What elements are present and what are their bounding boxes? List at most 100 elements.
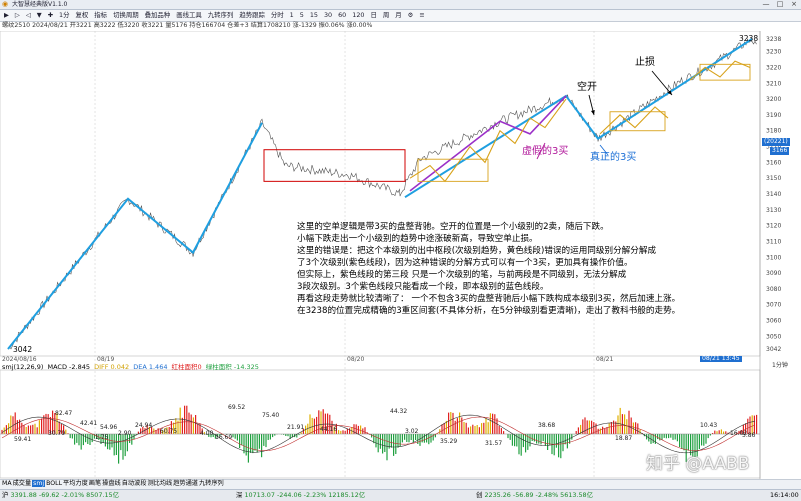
toolbar-button[interactable]: 1分 xyxy=(59,12,69,19)
macd-value-label: 4.00 xyxy=(200,430,214,437)
status-sh-value: 3391.88 -69.62 -2.01% 8507.15亿 xyxy=(10,491,119,499)
toolbar-button[interactable]: 120 xyxy=(352,12,364,19)
current-price-code: (20221) xyxy=(764,138,788,145)
price-tick-label: 3140 xyxy=(766,191,781,198)
toolbar-button[interactable]: 分时 xyxy=(271,12,284,19)
price-tick-label: 3070 xyxy=(766,302,781,309)
toolbar-button[interactable]: ▷ xyxy=(15,12,20,19)
toolbar-button[interactable]: 5 xyxy=(300,12,304,19)
indicator-tab[interactable]: 画笔 xyxy=(89,480,101,487)
toolbar-button[interactable]: 周 xyxy=(383,12,389,19)
annotation-line: 这里的错误是：把这个本级别的出中枢段(次级别趋势，黄色线段)错误的运用同级别分解… xyxy=(297,246,657,256)
macd-legend-macd: MACD -2.845 xyxy=(47,363,90,371)
indicator-tab[interactable]: 测比均线 xyxy=(147,480,172,487)
toolbar-button[interactable]: 九转序列 xyxy=(208,12,234,19)
indicator-tab-bar: MA成交量 smj BOLL平均力度画笔操盘线自动波段测比均线趋势通道九转序列 xyxy=(0,479,801,489)
quote-info-bar: 螺纹2510 2024/08/21 开3221 高3222 低3220 收322… xyxy=(0,22,801,31)
toolbar-button[interactable]: 日 xyxy=(370,12,376,19)
macd-value-label: 21.91 xyxy=(287,424,304,431)
price-tick-label: 3220 xyxy=(766,64,781,71)
time-marker: 08/21 13:45 xyxy=(700,355,742,363)
toolbar-button[interactable]: ⚙ xyxy=(408,12,414,19)
macd-value-label: 54.96 xyxy=(100,424,117,431)
indicator-tab[interactable]: 九转序列 xyxy=(199,480,224,487)
macd-value-label: 44.16 xyxy=(320,426,337,433)
price-axis: 3238323032203210320031903180317031603150… xyxy=(766,36,781,353)
low-price-label: 3042 xyxy=(13,345,33,354)
toolbar-button[interactable]: 30 xyxy=(324,12,332,19)
toolbar-button[interactable]: ◁ xyxy=(26,12,31,19)
price-tick-label: 3090 xyxy=(766,270,781,277)
annotation-line: 3段次级别。3个紫色线段只能看成一个段，即本级别的蓝色线段。 xyxy=(297,282,549,292)
toolbar-button[interactable]: ▶ xyxy=(4,12,9,19)
annotation-short-open: 空开 xyxy=(577,82,597,93)
macd-value-label: 2.90 xyxy=(118,430,132,437)
current-price-value: 3166 xyxy=(770,147,790,155)
date-label-4: 08/21 xyxy=(596,356,614,363)
app-title: 大智慧经典版V1.1.0 xyxy=(12,0,68,8)
quote-info-text: 螺纹2510 2024/08/21 开3221 高3222 低3220 收322… xyxy=(2,22,373,29)
indicator-tab[interactable]: smj xyxy=(32,480,46,487)
indicator-tab[interactable]: 自动波段 xyxy=(122,480,147,487)
price-tick-label: 3210 xyxy=(766,80,781,87)
macd-value-label: 59.41 xyxy=(14,436,31,443)
macd-value-label: 30.79 xyxy=(48,430,65,437)
current-price-badge: (20221) xyxy=(762,138,790,146)
toolbar-button[interactable]: 月 xyxy=(395,12,401,19)
status-sh-label: 沪 xyxy=(2,491,9,499)
macd-value-label: 38.68 xyxy=(538,422,555,429)
indicator-tab[interactable]: 操盘线 xyxy=(102,480,121,487)
indicator-tab[interactable]: 平均力度 xyxy=(63,480,88,487)
toolbar-button[interactable]: 画线工具 xyxy=(176,12,202,19)
app-logo-icon: ◉ xyxy=(2,0,9,8)
toolbar-button[interactable]: ≡ xyxy=(419,12,424,19)
macd-value-label: 1.75 xyxy=(95,434,109,441)
title-bar: ◉ 大智慧经典版V1.1.0 — □ × xyxy=(0,0,801,10)
status-sz: 深 10713.07 -244.06 -2.23% 12185.12亿 xyxy=(236,492,365,498)
indicator-tab[interactable]: 成交量 xyxy=(13,480,32,487)
macd-value-label: 75.40 xyxy=(262,412,279,419)
price-tick-label: 3160 xyxy=(766,159,781,166)
price-tick-label: 3042 xyxy=(766,346,781,353)
toolbar-button[interactable]: 复权 xyxy=(76,12,89,19)
annotation-stop-loss: 止损 xyxy=(635,57,655,68)
price-tick-label: 3180 xyxy=(766,128,781,135)
macd-value-label: 24.94 xyxy=(135,422,152,429)
price-tick-label: 3130 xyxy=(766,207,781,214)
price-tick-label: 3100 xyxy=(766,254,781,261)
toolbar-button[interactable]: ▼ xyxy=(37,12,42,19)
toolbar-button[interactable]: ✚ xyxy=(48,12,53,19)
minimize-button[interactable]: — xyxy=(760,0,772,9)
macd-value-label: 3.02 xyxy=(405,428,419,435)
toolbar-button[interactable]: 指标 xyxy=(94,12,107,19)
macd-value-label: 44.32 xyxy=(390,408,407,415)
indicator-tab[interactable]: 趋势通道 xyxy=(173,480,198,487)
close-button[interactable]: × xyxy=(788,0,800,9)
price-tick-label: 3080 xyxy=(766,286,781,293)
macd-value-label: 60.75 xyxy=(160,428,177,435)
toolbar-button[interactable]: 15 xyxy=(310,12,318,19)
toolbar-button[interactable]: 60 xyxy=(338,12,346,19)
toolbar-button[interactable]: 叠加品种 xyxy=(145,12,171,19)
price-tick-label: 3238 xyxy=(766,36,781,43)
toolbar-button[interactable]: 1 xyxy=(290,12,294,19)
indicator-tab[interactable]: MA xyxy=(2,480,12,487)
maximize-button[interactable]: □ xyxy=(774,0,786,9)
status-sh: 沪 3391.88 -69.62 -2.01% 8507.15亿 xyxy=(2,492,119,498)
toolbar-button[interactable]: 切换周期 xyxy=(113,12,139,19)
annotation-fake-3buy: 虚假的3买 xyxy=(522,146,569,157)
indicator-tab[interactable]: BOLL xyxy=(46,480,62,487)
indicator-tabs: MA成交量 smj BOLL平均力度画笔操盘线自动波段测比均线趋势通道九转序列 xyxy=(2,480,225,487)
price-tick-label: 3150 xyxy=(766,175,781,182)
macd-value-label: 16.69 xyxy=(215,434,232,441)
status-sz-label: 深 xyxy=(236,491,243,499)
price-tick-label: 3050 xyxy=(766,333,781,340)
toolbar-button[interactable]: 趋势跟踪 xyxy=(239,12,265,19)
price-tick-label: 3060 xyxy=(766,318,781,325)
price-tick-label: 3120 xyxy=(766,223,781,230)
toolbar: ▶ ▷ ◁ ▼ ✚ 1分 复权 指标 切换周期 叠加品种 画线工具 九转序列 趋势跟踪 分时 1 5 15 30 6… xyxy=(0,10,801,22)
annotation-real-3buy: 真正的3买 xyxy=(590,152,637,163)
macd-value-label: 18.87 xyxy=(615,435,632,442)
status-time: 16:14:00 xyxy=(770,491,799,499)
annotation-line: 但实际上，紫色线段的第三段 只是一个次级别的笔，与前两段是不同级别，无法分解成 xyxy=(297,270,627,280)
